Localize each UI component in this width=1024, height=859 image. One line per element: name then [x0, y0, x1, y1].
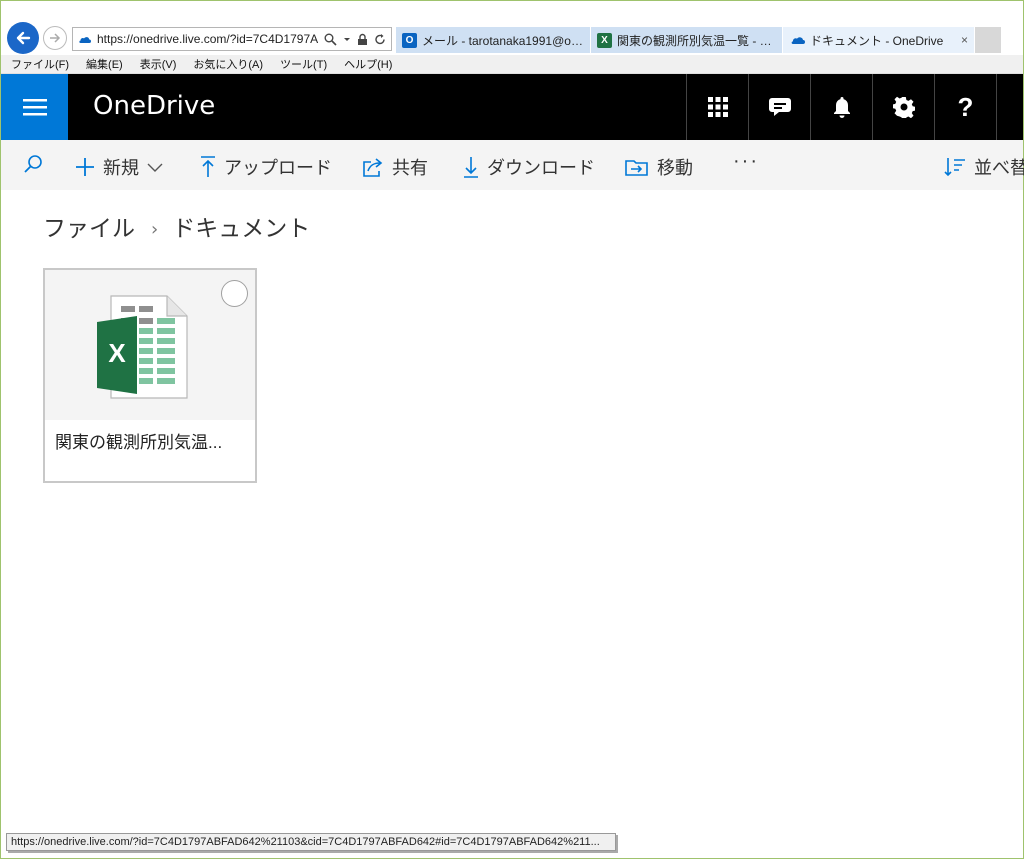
- plus-icon: [76, 158, 94, 176]
- move-folder-icon: [625, 160, 648, 176]
- breadcrumb: ファイル › ドキュメント: [43, 209, 310, 243]
- menu-bar: ファイル(F) 編集(E) 表示(V) お気に入り(A) ツール(T) ヘルプ(…: [1, 55, 1023, 74]
- account-button[interactable]: [996, 74, 1023, 140]
- bell-icon: [833, 97, 850, 118]
- hamburger-icon: [22, 99, 47, 116]
- tab-label: メール - tarotanaka1991@outloo...: [422, 33, 584, 48]
- search-icon: [24, 155, 42, 173]
- file-tile[interactable]: X 関東の観測所別気温...: [43, 268, 257, 483]
- menu-help[interactable]: ヘルプ(H): [344, 56, 392, 72]
- feedback-button[interactable]: [748, 74, 810, 140]
- address-bar[interactable]: https://onedrive.live.com/?id=7C4D1797AB…: [72, 27, 392, 51]
- new-label: 新規: [103, 158, 139, 178]
- move-label: 移動: [657, 158, 693, 178]
- arrow-left-icon: [16, 31, 31, 45]
- menu-view[interactable]: 表示(V): [140, 56, 177, 72]
- excel-file-icon: X: [97, 295, 188, 399]
- forward-button[interactable]: [43, 26, 67, 50]
- file-name[interactable]: 関東の観測所別気温...: [55, 428, 250, 453]
- onedrive-icon: [791, 37, 805, 44]
- question-mark-icon: ?: [957, 91, 974, 122]
- status-bar: https://onedrive.live.com/?id=7C4D1797AB…: [6, 833, 616, 851]
- waffle-grid-icon: [707, 97, 728, 117]
- menu-edit[interactable]: 編集(E): [86, 56, 123, 72]
- tab-close-button[interactable]: ×: [961, 33, 968, 47]
- chevron-right-icon: ›: [151, 218, 159, 240]
- gear-icon: [892, 96, 915, 118]
- help-button[interactable]: ?: [934, 74, 996, 140]
- share-button[interactable]: 共有: [362, 154, 428, 180]
- menu-tools[interactable]: ツール(T): [280, 56, 327, 72]
- new-button[interactable]: 新規: [75, 154, 163, 180]
- excel-badge-letter: X: [108, 338, 126, 368]
- sort-button[interactable]: 並べ替: [944, 154, 1024, 180]
- new-tab-button[interactable]: [975, 27, 1001, 53]
- chevron-down-icon: [147, 163, 163, 172]
- share-label: 共有: [392, 158, 428, 178]
- sort-label: 並べ替: [974, 158, 1024, 178]
- url-text: https://onedrive.live.com/?id=7C4D1797AB…: [97, 32, 319, 46]
- upload-arrow-icon: [201, 156, 215, 177]
- suite-header: OneDrive ?: [1, 74, 1023, 140]
- menu-favorites[interactable]: お気に入り(A): [193, 56, 263, 72]
- tab-strip: O メール - tarotanaka1991@outloo... X 関東の観測…: [396, 27, 1001, 53]
- arrow-right-icon: [50, 33, 61, 43]
- app-title[interactable]: OneDrive: [93, 91, 215, 121]
- notifications-button[interactable]: [810, 74, 872, 140]
- chat-bubble-icon: [768, 98, 791, 116]
- sort-icon: [944, 158, 965, 177]
- refresh-icon[interactable]: [374, 33, 386, 46]
- download-label: ダウンロード: [487, 158, 595, 178]
- dropdown-arrow-icon[interactable]: [343, 33, 351, 46]
- upload-label: アップロード: [224, 158, 332, 178]
- tab-label: ドキュメント - OneDrive: [810, 33, 944, 48]
- excel-icon: X: [597, 32, 612, 48]
- select-checkbox[interactable]: [221, 280, 248, 307]
- breadcrumb-files[interactable]: ファイル: [43, 209, 135, 243]
- app-launcher-button[interactable]: [686, 74, 748, 140]
- tab-excel[interactable]: X 関東の観測所別気温一覧 - Mic...: [591, 27, 783, 53]
- file-thumbnail: X: [45, 270, 255, 420]
- search-command[interactable]: [23, 154, 43, 174]
- tab-label: 関東の観測所別気温一覧 - Mic...: [617, 33, 776, 48]
- download-button[interactable]: ダウンロード: [463, 154, 595, 180]
- nav-menu-button[interactable]: [1, 74, 68, 140]
- onedrive-favicon-icon: [79, 36, 91, 43]
- back-button[interactable]: [7, 22, 39, 54]
- search-icon[interactable]: [324, 33, 337, 46]
- address-row: https://onedrive.live.com/?id=7C4D1797AB…: [1, 1, 1023, 55]
- settings-button[interactable]: [872, 74, 934, 140]
- ellipsis-icon: ···: [733, 150, 759, 172]
- download-arrow-icon: [464, 157, 478, 178]
- outlook-icon: O: [402, 32, 417, 48]
- upload-button[interactable]: アップロード: [200, 154, 332, 180]
- tab-onedrive[interactable]: ドキュメント - OneDrive ×: [783, 27, 975, 53]
- browser-chrome: https://onedrive.live.com/?id=7C4D1797AB…: [1, 1, 1023, 74]
- share-icon: [363, 158, 383, 177]
- command-bar: 新規 アップロード 共有 ダウンロード 移動 ··· 並べ替: [1, 140, 1024, 190]
- menu-file[interactable]: ファイル(F): [11, 56, 69, 72]
- breadcrumb-current: ドキュメント: [172, 216, 311, 242]
- tab-mail[interactable]: O メール - tarotanaka1991@outloo...: [396, 27, 591, 53]
- more-button[interactable]: ···: [733, 150, 759, 173]
- lock-icon[interactable]: [357, 33, 368, 46]
- move-button[interactable]: 移動: [625, 154, 693, 180]
